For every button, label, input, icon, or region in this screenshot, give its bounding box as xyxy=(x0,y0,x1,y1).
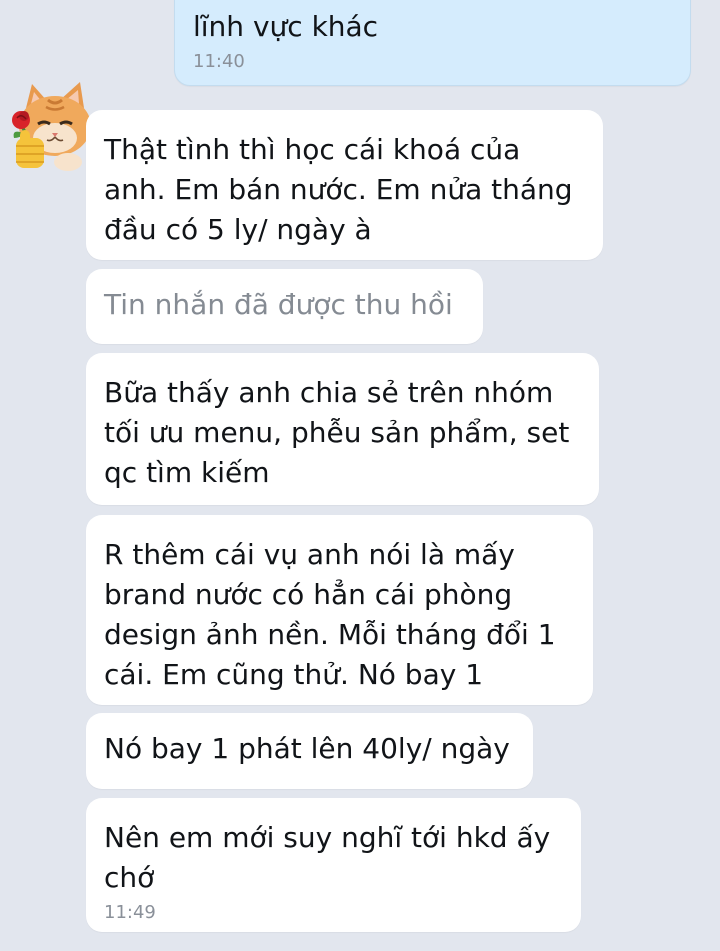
recalled-message-text: Tin nhắn đã được thu hồi xyxy=(104,288,453,321)
received-message-bubble[interactable]: Nên em mới suy nghĩ tới hkd ấy chớ 11:49 xyxy=(86,798,581,932)
message-text: Bữa thấy anh chia sẻ trên nhóm tối ưu me… xyxy=(104,376,570,489)
received-message-bubble[interactable]: Bữa thấy anh chia sẻ trên nhóm tối ưu me… xyxy=(86,353,599,505)
sent-message-bubble[interactable]: lĩnh vực khác 11:40 xyxy=(174,0,691,86)
received-message-bubble[interactable]: Thật tình thì học cái khoá của anh. Em b… xyxy=(86,110,603,260)
message-text: Thật tình thì học cái khoá của anh. Em b… xyxy=(104,133,573,246)
received-message-bubble[interactable]: R thêm cái vụ anh nói là mấy brand nước … xyxy=(86,515,593,705)
message-timestamp: 11:49 xyxy=(104,902,156,923)
message-text: R thêm cái vụ anh nói là mấy brand nước … xyxy=(104,538,556,691)
cat-sticker-avatar-icon[interactable] xyxy=(8,80,98,174)
received-message-bubble[interactable]: Nó bay 1 phát lên 40ly/ ngày xyxy=(86,713,533,789)
message-text: lĩnh vực khác xyxy=(193,10,379,43)
message-timestamp: 11:40 xyxy=(193,51,245,72)
message-text: Nó bay 1 phát lên 40ly/ ngày xyxy=(104,732,510,765)
message-text: Nên em mới suy nghĩ tới hkd ấy chớ xyxy=(104,821,551,894)
recalled-message-bubble[interactable]: Tin nhắn đã được thu hồi xyxy=(86,269,483,344)
